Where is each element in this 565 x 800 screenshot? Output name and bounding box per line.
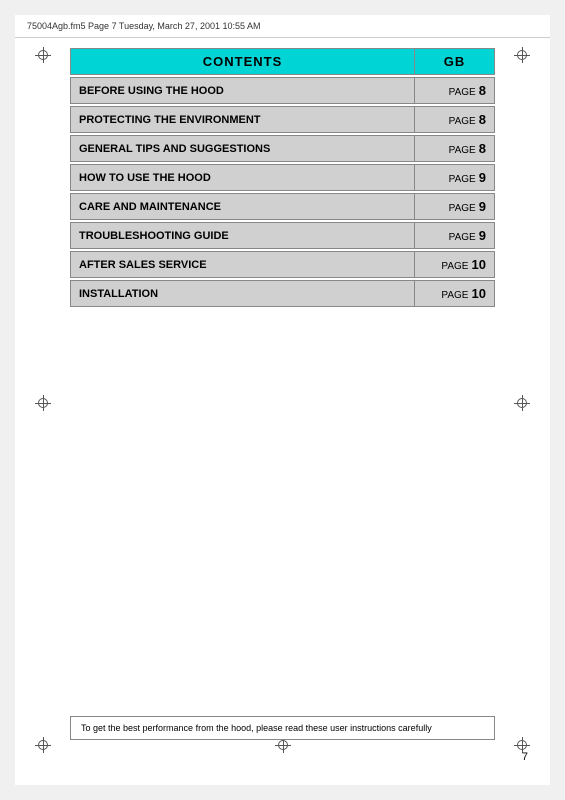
bottom-note: To get the best performance from the hoo… bbox=[70, 716, 495, 740]
page-word-1: PAGE bbox=[449, 87, 476, 98]
page-num-1: 8 bbox=[479, 83, 486, 98]
file-info: 75004Agb.fm5 Page 7 Tuesday, March 27, 2… bbox=[27, 21, 261, 31]
contents-title: CONTENTS bbox=[71, 49, 415, 75]
page-cell-8: PAGE 10 bbox=[415, 281, 495, 307]
page-word-6: PAGE bbox=[449, 232, 476, 243]
crosshair-circle bbox=[38, 50, 48, 60]
content-area: CONTENTS GB BEFORE USING THE HOOD PAGE 8 bbox=[15, 38, 550, 317]
page-cell-6: PAGE 9 bbox=[415, 223, 495, 249]
item-label-3: GENERAL TIPS AND SUGGESTIONS bbox=[71, 136, 415, 162]
page-word-5: PAGE bbox=[449, 203, 476, 214]
crosshair-circle bbox=[38, 398, 48, 408]
page-inner: 75004Agb.fm5 Page 7 Tuesday, March 27, 2… bbox=[15, 15, 550, 785]
contents-title-row: CONTENTS GB bbox=[71, 49, 495, 75]
page-num-5: 9 bbox=[479, 199, 486, 214]
crosshair-bottom-left bbox=[35, 737, 51, 753]
table-row: BEFORE USING THE HOOD PAGE 8 bbox=[71, 78, 495, 104]
item-label-6: TROUBLESHOOTING GUIDE bbox=[71, 223, 415, 249]
item-label-7: AFTER SALES SERVICE bbox=[71, 252, 415, 278]
page-num-3: 8 bbox=[479, 141, 486, 156]
crosshair-mid-right bbox=[514, 395, 530, 411]
table-row: AFTER SALES SERVICE PAGE 10 bbox=[71, 252, 495, 278]
page-num-4: 9 bbox=[479, 170, 486, 185]
page-num-2: 8 bbox=[479, 112, 486, 127]
page-word-4: PAGE bbox=[449, 174, 476, 185]
page-num-7: 10 bbox=[472, 257, 486, 272]
crosshair-top-left bbox=[35, 47, 51, 63]
page-cell-1: PAGE 8 bbox=[415, 78, 495, 104]
table-row: GENERAL TIPS AND SUGGESTIONS PAGE 8 bbox=[71, 136, 495, 162]
gb-label: GB bbox=[415, 49, 495, 75]
crosshair-circle bbox=[38, 740, 48, 750]
table-row: PROTECTING THE ENVIRONMENT PAGE 8 bbox=[71, 107, 495, 133]
crosshair-circle bbox=[517, 740, 527, 750]
item-label-1: BEFORE USING THE HOOD bbox=[71, 78, 415, 104]
crosshair-mid-left bbox=[35, 395, 51, 411]
item-label-2: PROTECTING THE ENVIRONMENT bbox=[71, 107, 415, 133]
page-cell-7: PAGE 10 bbox=[415, 252, 495, 278]
page-word-8: PAGE bbox=[441, 290, 468, 301]
item-label-5: CARE AND MAINTENANCE bbox=[71, 194, 415, 220]
page-word-7: PAGE bbox=[441, 261, 468, 272]
page-number: 7 bbox=[522, 751, 528, 763]
page-cell-2: PAGE 8 bbox=[415, 107, 495, 133]
table-row: INSTALLATION PAGE 10 bbox=[71, 281, 495, 307]
table-row: HOW TO USE THE HOOD PAGE 9 bbox=[71, 165, 495, 191]
crosshair-top-right bbox=[514, 47, 530, 63]
page-num-8: 10 bbox=[472, 286, 486, 301]
crosshair-circle bbox=[517, 50, 527, 60]
page-num-6: 9 bbox=[479, 228, 486, 243]
page-word-3: PAGE bbox=[449, 145, 476, 156]
item-label-4: HOW TO USE THE HOOD bbox=[71, 165, 415, 191]
header-bar: 75004Agb.fm5 Page 7 Tuesday, March 27, 2… bbox=[15, 15, 550, 38]
table-row: TROUBLESHOOTING GUIDE PAGE 9 bbox=[71, 223, 495, 249]
page-word-2: PAGE bbox=[449, 116, 476, 127]
contents-table: CONTENTS GB BEFORE USING THE HOOD PAGE 8 bbox=[70, 48, 495, 307]
page-cell-4: PAGE 9 bbox=[415, 165, 495, 191]
crosshair-circle bbox=[278, 740, 288, 750]
page-cell-5: PAGE 9 bbox=[415, 194, 495, 220]
item-label-8: INSTALLATION bbox=[71, 281, 415, 307]
table-row: CARE AND MAINTENANCE PAGE 9 bbox=[71, 194, 495, 220]
crosshair-circle bbox=[517, 398, 527, 408]
bottom-note-text: To get the best performance from the hoo… bbox=[81, 723, 432, 733]
page-container: 75004Agb.fm5 Page 7 Tuesday, March 27, 2… bbox=[0, 0, 565, 800]
page-cell-3: PAGE 8 bbox=[415, 136, 495, 162]
